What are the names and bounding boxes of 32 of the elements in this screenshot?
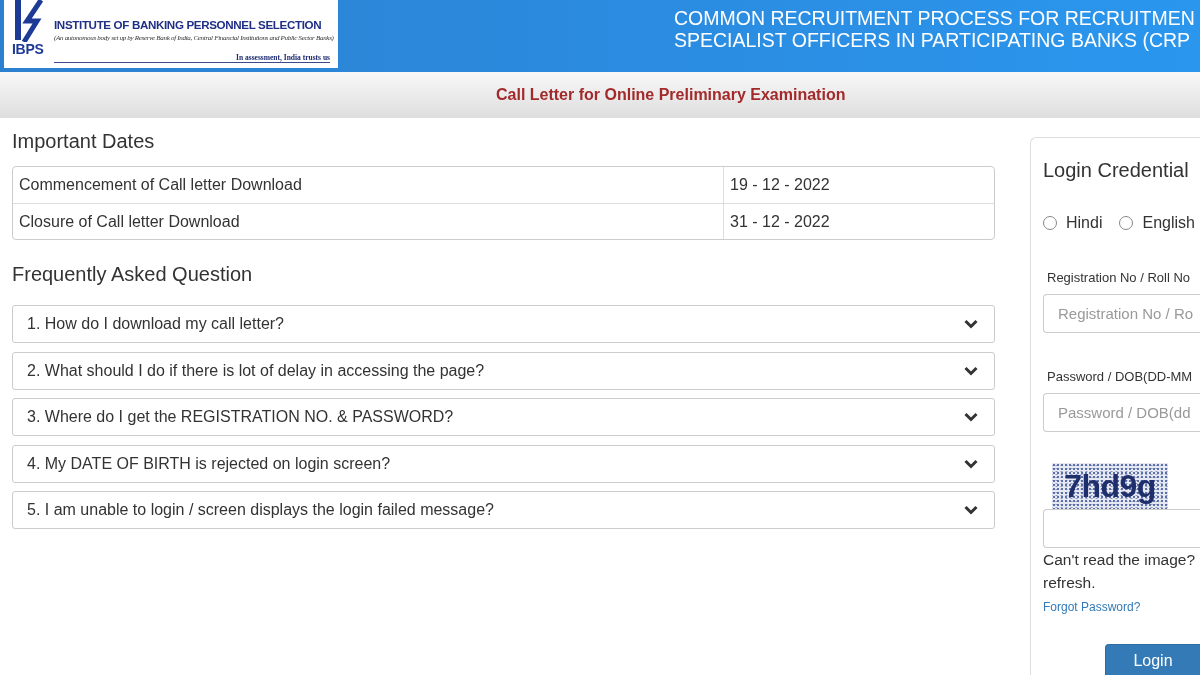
faq-item[interactable]: 2. What should I do if there is lot of delay in accessing the page? <box>12 351 995 390</box>
captcha-image: 7hd9g <box>1052 462 1168 509</box>
logo-title: INSTITUTE OF BANKING PERSONNEL SELECTION <box>54 18 323 32</box>
help-text: refresh. <box>1043 572 1097 593</box>
table-cell-text: 19 - 12 - 2022 <box>729 175 831 195</box>
input-field[interactable]: Password / DOB(dd <box>1043 392 1200 432</box>
captcha-input-field[interactable] <box>1043 508 1200 548</box>
input-field[interactable]: Registration No / Ro <box>1043 294 1200 333</box>
forgot-password-link[interactable]: Forgot Password? <box>1043 597 1141 616</box>
header-title: COMMON RECRUITMENT PROCESS FOR RECRUITMEN <box>674 7 1195 29</box>
field-label: Password / DOB(DD-MM <box>1046 368 1194 384</box>
radio-button[interactable] <box>1119 216 1134 230</box>
field-label: Registration No / Roll No <box>1046 270 1192 285</box>
panel-heading: Login Credential <box>1043 158 1190 182</box>
faq-item[interactable]: 4. My DATE OF BIRTH is rejected on login screen? <box>12 444 995 483</box>
faq-item[interactable]: 1. How do I download my call letter? <box>12 305 995 343</box>
section-heading: Frequently Asked Question <box>12 262 254 286</box>
radio-label[interactable]: Hindi <box>1066 213 1103 233</box>
logo-acronym: IBPS <box>12 42 45 56</box>
radio-label[interactable]: English <box>1142 213 1195 233</box>
help-text: Can't read the image? <box>1043 549 1197 570</box>
page-title: Call Letter for Online Preliminary Examination <box>496 85 846 105</box>
table-cell-text: 31 - 12 - 2022 <box>729 211 831 232</box>
faq-item[interactable]: 3. Where do I get the REGISTRATION NO. & PASSWORD? <box>12 398 995 436</box>
radio-button[interactable] <box>1043 216 1057 230</box>
table-cell: Closure of Call letter Download <box>13 204 724 239</box>
table-cell: Commencement of Call letter Download <box>13 167 724 203</box>
header-title: SPECIALIST OFFICERS IN PARTICIPATING BANKS (CRP <box>674 29 1192 51</box>
login-button[interactable]: Login <box>1105 643 1200 675</box>
lightning-emblem-icon <box>12 0 44 42</box>
faq-item[interactable]: 5. I am unable to login / screen displays the login failed message? <box>12 491 995 529</box>
section-heading: Important Dates <box>12 129 156 153</box>
